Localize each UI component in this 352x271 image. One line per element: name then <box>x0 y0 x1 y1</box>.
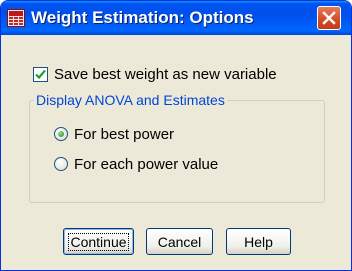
continue-label: Continue <box>68 232 129 251</box>
weight-estimation-options-dialog: Weight Estimation: Options Save best wei… <box>0 0 352 271</box>
display-anova-legend: Display ANOVA and Estimates <box>34 92 227 108</box>
save-best-weight-checkbox[interactable] <box>33 66 48 82</box>
help-button[interactable]: Help <box>226 228 291 255</box>
help-label: Help <box>244 233 273 250</box>
close-button[interactable] <box>317 6 341 30</box>
close-icon <box>322 11 336 25</box>
for-each-power-option[interactable]: For each power value <box>54 155 218 173</box>
table-grid-icon <box>7 9 25 27</box>
cancel-label: Cancel <box>157 233 202 250</box>
for-each-power-radio[interactable] <box>54 157 68 171</box>
for-best-power-label: For best power <box>74 125 175 143</box>
dialog-content: Save best weight as new variable Display… <box>1 35 351 270</box>
checkmark-icon <box>35 69 46 79</box>
save-best-weight-label: Save best weight as new variable <box>54 65 277 83</box>
for-best-power-option[interactable]: For best power <box>54 125 174 143</box>
window-title: Weight Estimation: Options <box>31 8 254 27</box>
for-best-power-radio[interactable] <box>54 127 68 141</box>
title-bar[interactable]: Weight Estimation: Options <box>1 1 351 35</box>
continue-button[interactable]: Continue <box>63 228 134 255</box>
for-each-power-label: For each power value <box>74 155 219 173</box>
save-best-weight-option[interactable]: Save best weight as new variable <box>33 65 277 83</box>
display-anova-group: Display ANOVA and Estimates For best pow… <box>29 92 325 203</box>
cancel-button[interactable]: Cancel <box>146 228 213 255</box>
